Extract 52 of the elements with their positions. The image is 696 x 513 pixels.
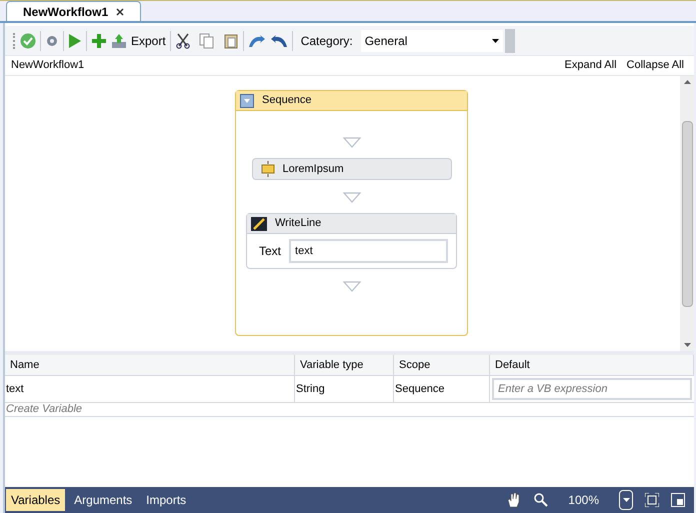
column-header[interactable]: Default [490, 355, 694, 375]
activity-title: WriteLine [275, 216, 322, 232]
category-dropdown[interactable]: General [360, 30, 503, 52]
sequence-container[interactable]: Sequence LoremIpsum WriteLine Text text [235, 90, 468, 336]
paste-icon[interactable] [222, 32, 239, 48]
document-tab[interactable]: NewWorkflow1 [6, 1, 142, 21]
caret-icon [622, 498, 630, 502]
plus-icon[interactable] [91, 32, 107, 48]
sequence-title: Sequence [262, 93, 312, 108]
sequence-icon [240, 94, 254, 108]
create-variable-link[interactable]: Create Variable [5, 401, 84, 418]
column-header[interactable]: Name [5, 355, 295, 375]
check-icon[interactable] [20, 32, 36, 48]
bottom-tab[interactable]: Imports [141, 489, 192, 511]
activity-icon [260, 161, 274, 177]
zoom-dropdown[interactable] [619, 490, 633, 510]
overview-icon[interactable] [671, 493, 685, 507]
export-button[interactable]: Export [111, 32, 166, 50]
pen-icon [251, 216, 267, 230]
table-cell: text [5, 376, 295, 402]
scroll-up-icon[interactable] [684, 80, 690, 84]
activity-card[interactable]: LoremIpsum [252, 158, 452, 180]
expand-all-link[interactable]: Expand All [564, 57, 617, 74]
activity-title: LoremIpsum [282, 162, 344, 177]
copy-icon[interactable] [198, 32, 215, 48]
scroll-down-icon[interactable] [684, 343, 690, 347]
scrollbar[interactable] [680, 76, 694, 351]
column-header[interactable]: Variable type [295, 355, 394, 375]
bottom-tab[interactable]: Arguments [69, 489, 138, 511]
zoom-level: 100% [568, 492, 599, 509]
search-icon[interactable] [534, 493, 548, 507]
hand-icon[interactable] [506, 492, 522, 508]
expression-field[interactable]: Enter a VB expression [492, 378, 692, 400]
bottom-tab[interactable]: Variables [6, 489, 66, 511]
play-icon[interactable] [68, 32, 82, 48]
text-field[interactable]: text [289, 239, 448, 263]
table-cell: String [295, 376, 394, 402]
export-icon [111, 32, 127, 48]
close-icon[interactable] [116, 8, 124, 16]
breadcrumb[interactable]: NewWorkflow1 [11, 57, 84, 74]
column-header[interactable]: Scope [394, 355, 490, 375]
scissors-icon[interactable] [174, 32, 191, 48]
table-cell: Sequence [394, 376, 490, 402]
fit-screen-icon[interactable] [645, 493, 659, 507]
drop-target-icon [342, 281, 360, 292]
collapse-all-link[interactable]: Collapse All [626, 57, 684, 74]
drop-target-icon [342, 137, 360, 148]
category-label: Category: [300, 32, 353, 50]
caret-icon [492, 38, 499, 42]
field-label: Text [258, 243, 282, 260]
activity-card[interactable]: WriteLine Text text [246, 213, 457, 269]
drop-target-icon [342, 192, 360, 203]
